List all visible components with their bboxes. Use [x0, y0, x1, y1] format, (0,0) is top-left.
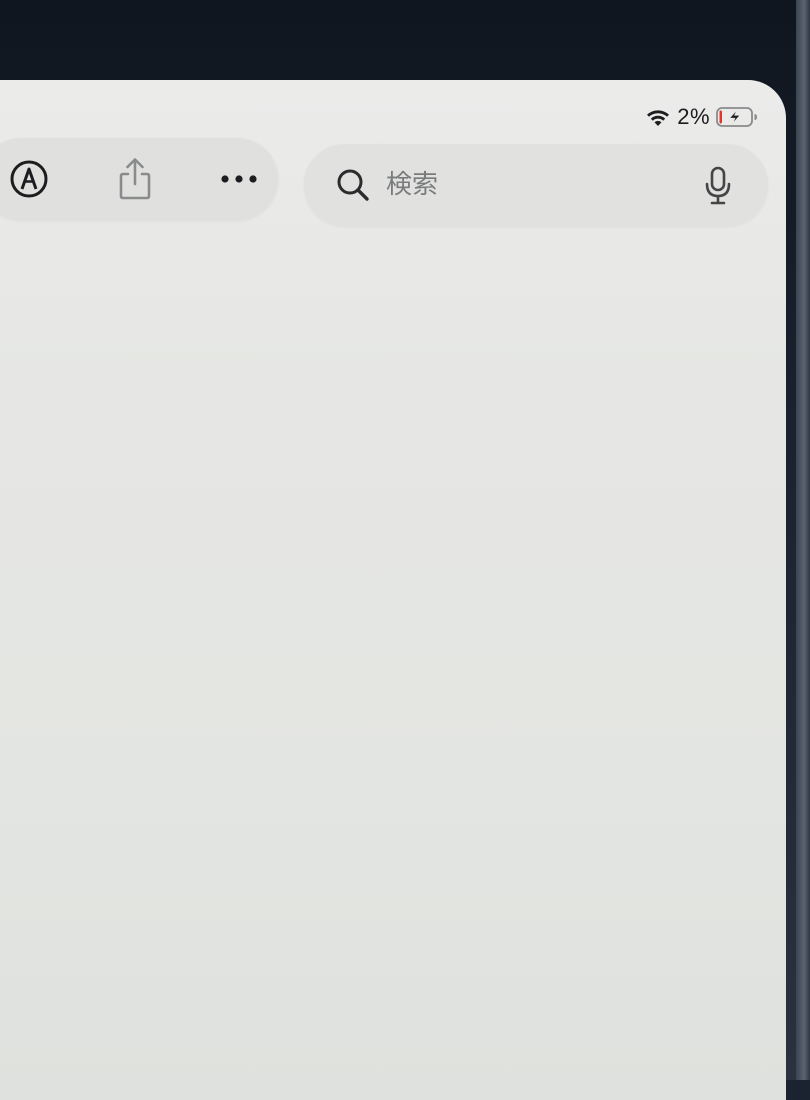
more-icon[interactable]	[214, 138, 264, 220]
markup-icon[interactable]	[4, 138, 54, 220]
share-icon[interactable]	[110, 138, 160, 220]
screen: 2% 検索	[0, 80, 786, 1100]
status-bar: 2%	[645, 102, 758, 132]
wifi-icon	[647, 110, 670, 126]
microphone-icon[interactable]	[704, 166, 732, 206]
battery-charging-icon	[716, 107, 757, 127]
battery-percent: 2%	[677, 104, 710, 129]
search-field[interactable]: 検索	[304, 144, 768, 226]
magnifier-icon	[337, 169, 369, 201]
device-edge	[796, 0, 810, 1080]
search-placeholder: 検索	[386, 170, 439, 200]
toolbar	[0, 138, 278, 220]
